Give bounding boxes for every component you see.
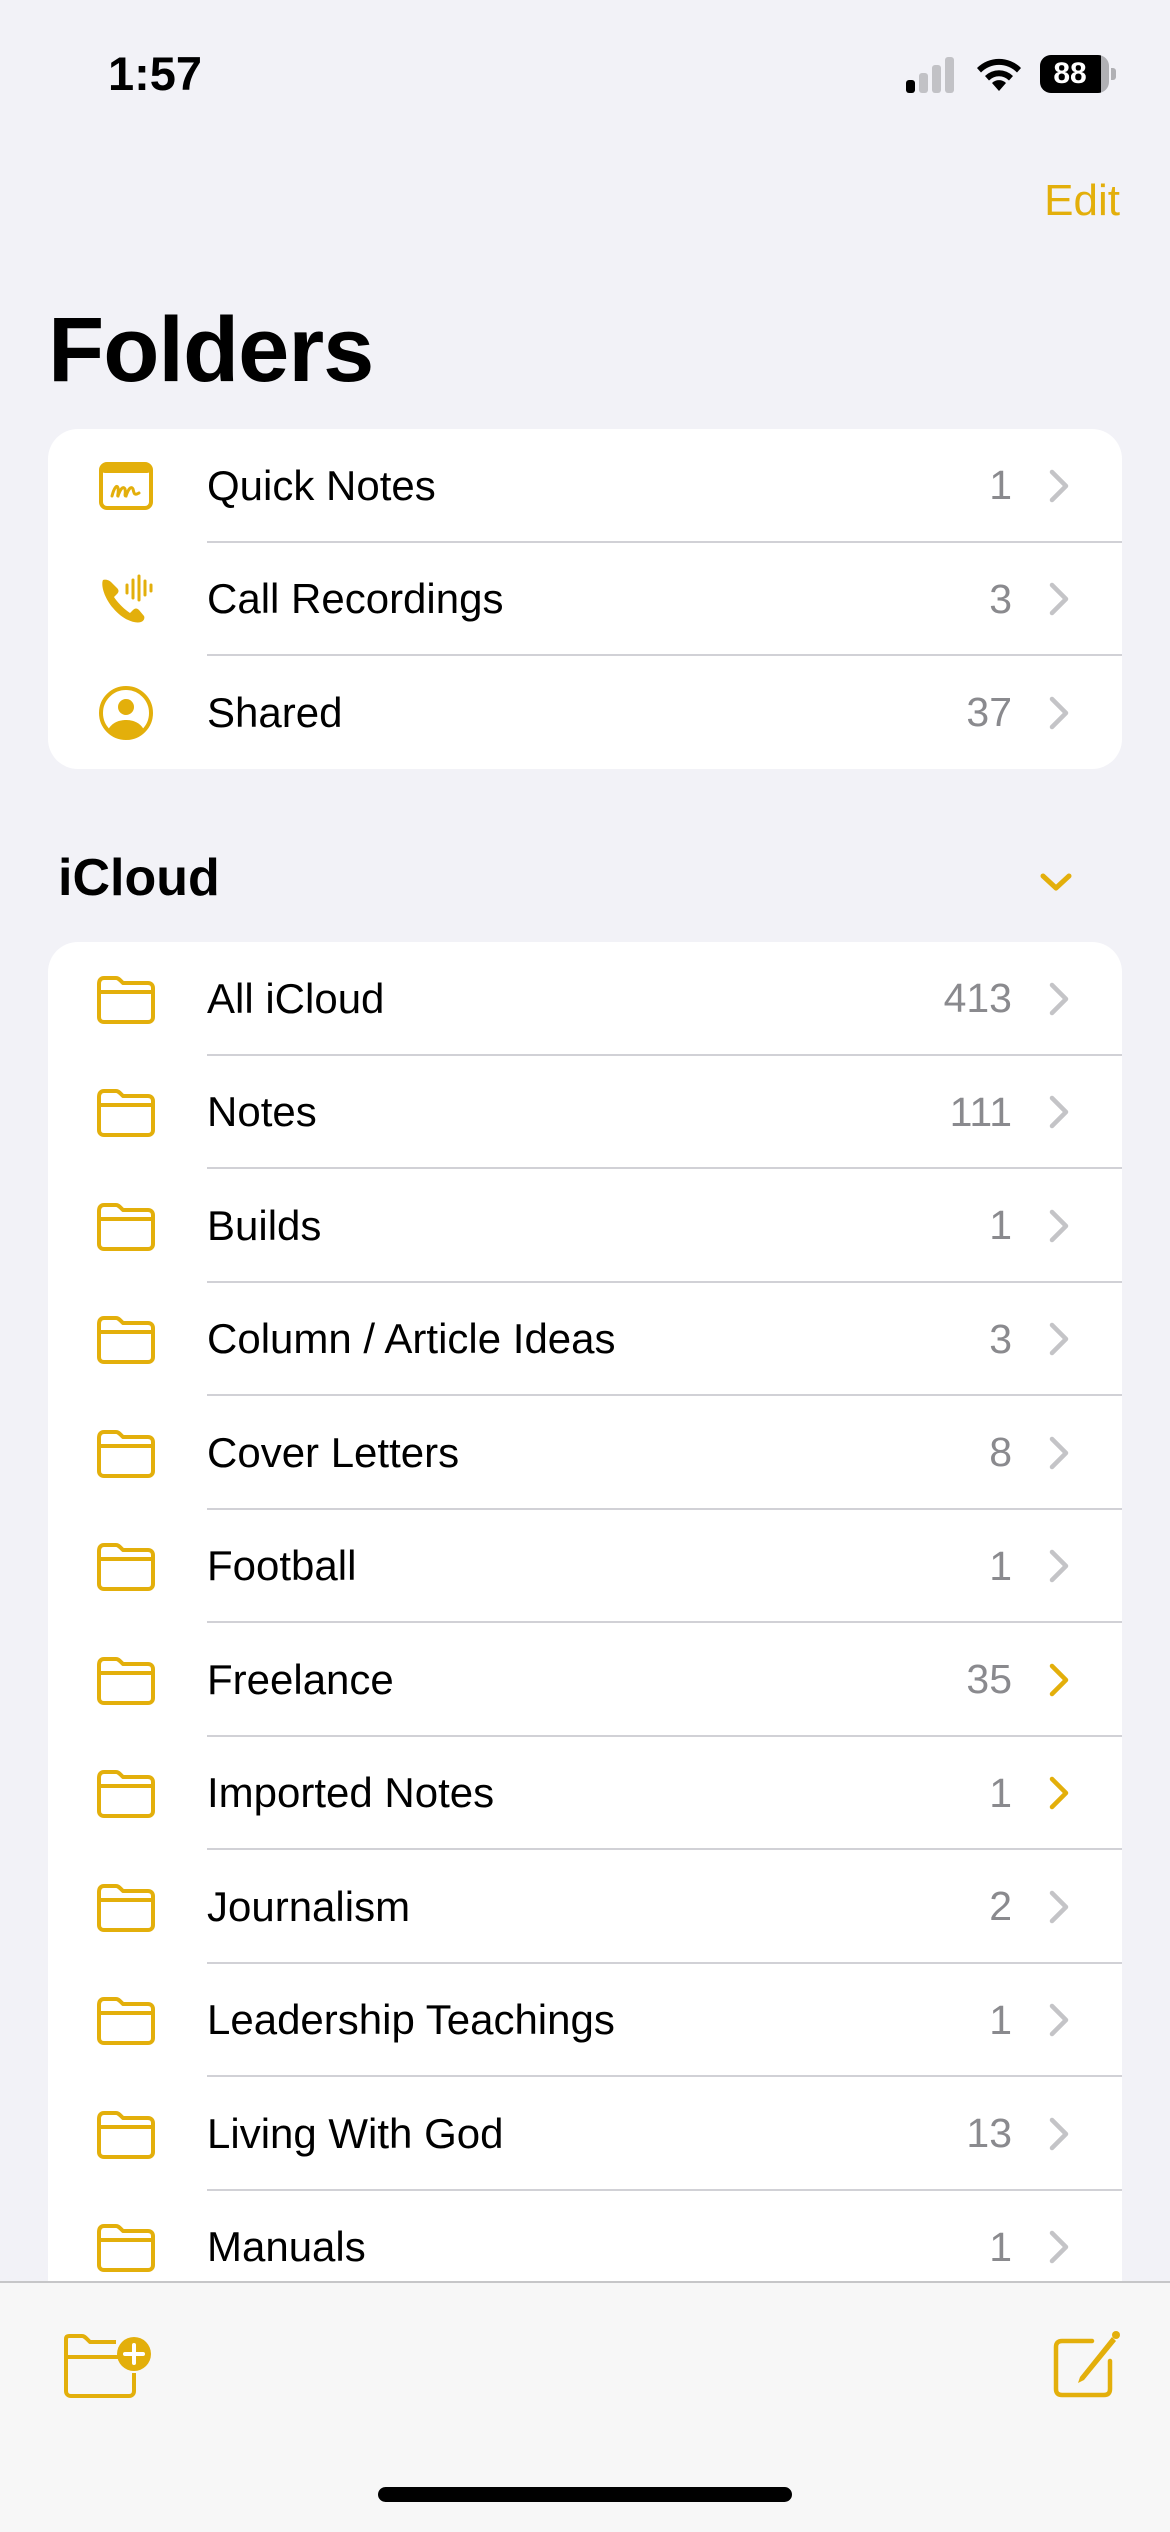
folder-name: Shared: [207, 688, 343, 736]
chevron-right-icon: [1048, 1435, 1072, 1471]
folder-row-quick-notes[interactable]: Quick Notes 1: [48, 429, 1122, 543]
quick-note-icon: [96, 456, 156, 516]
folder-row-shared[interactable]: Shared 37: [48, 656, 1122, 769]
note-count: 1: [989, 1202, 1012, 1249]
folder-row-notes[interactable]: Notes 111: [48, 1056, 1122, 1169]
note-count: 1: [989, 1996, 1012, 2043]
edit-button[interactable]: Edit: [1044, 176, 1120, 226]
expand-subfolders-chevron-icon[interactable]: [1048, 1662, 1072, 1698]
status-time: 1:57: [108, 47, 203, 100]
signal-bar: [906, 80, 915, 93]
chevron-right-icon: [1048, 581, 1072, 617]
folder-name: Freelance: [207, 1655, 394, 1703]
folder-icon: [96, 1309, 156, 1369]
wifi-icon: [975, 55, 1023, 93]
note-count: 8: [989, 1429, 1012, 1476]
folder-name: Imported Notes: [207, 1769, 495, 1817]
note-count: 111: [949, 1088, 1012, 1135]
folder-row-all-icloud[interactable]: All iCloud 413: [48, 942, 1122, 1056]
note-count: 37: [966, 689, 1012, 736]
folder-name: Journalism: [207, 1882, 411, 1930]
cellular-signal-icon: [906, 57, 956, 93]
chevron-right-icon: [1048, 1889, 1072, 1925]
signal-bar: [932, 65, 941, 93]
compose-icon: [1053, 2331, 1120, 2398]
section-header-icloud[interactable]: iCloud: [58, 848, 220, 908]
note-count: 35: [966, 1656, 1012, 1703]
folder-icon: [96, 969, 156, 1029]
folder-name: Column / Article Ideas: [207, 1315, 616, 1363]
compose-button[interactable]: [1050, 2329, 1122, 2399]
chevron-right-icon: [1048, 1321, 1072, 1357]
folder-icon: [96, 1082, 156, 1142]
folder-icon: [96, 1196, 156, 1256]
folder-name: Call Recordings: [207, 575, 504, 623]
person-circle-icon: [96, 683, 156, 743]
smart-folders-list: Quick Notes 1 Call Recordings 3 Shared 3…: [48, 429, 1122, 769]
status-bar: 1:57 88: [0, 0, 1170, 140]
folder-icon: [96, 1763, 156, 1823]
note-count: 2: [989, 1883, 1012, 1930]
chevron-right-icon: [1048, 1094, 1072, 1130]
chevron-down-icon[interactable]: [1036, 862, 1076, 902]
folder-name: Living With God: [207, 2109, 504, 2157]
folder-row-builds[interactable]: Builds 1: [48, 1169, 1122, 1283]
expand-subfolders-chevron-icon[interactable]: [1048, 1775, 1072, 1811]
chevron-right-icon: [1048, 981, 1072, 1017]
folder-icon: [96, 1877, 156, 1937]
folder-icon: [96, 1536, 156, 1596]
folder-row-cover-letters[interactable]: Cover Letters 8: [48, 1396, 1122, 1510]
folder-icon: [96, 1990, 156, 2050]
chevron-right-icon: [1048, 1548, 1072, 1584]
folder-row-journalism[interactable]: Journalism 2: [48, 1850, 1122, 1964]
note-count: 1: [989, 1769, 1012, 1816]
folder-icon: [96, 2104, 156, 2164]
folder-icon: [96, 1423, 156, 1483]
home-indicator[interactable]: [378, 2487, 792, 2502]
chevron-right-icon: [1048, 2116, 1072, 2152]
chevron-right-icon: [1048, 468, 1072, 504]
folder-row-football[interactable]: Football 1: [48, 1510, 1122, 1623]
phone-waveform-icon: [96, 569, 156, 629]
new-folder-button[interactable]: [58, 2333, 154, 2399]
chevron-right-icon: [1048, 1208, 1072, 1244]
folder-row-living-with-god[interactable]: Living With God 13: [48, 2077, 1122, 2191]
folder-name: Quick Notes: [207, 461, 436, 509]
folder-name: Football: [207, 1542, 357, 1590]
folder-name: All iCloud: [207, 974, 385, 1022]
folder-name: Builds: [207, 1201, 322, 1249]
folder-name: Leadership Teachings: [207, 1996, 615, 2044]
new-folder-icon: [64, 2334, 151, 2398]
folder-row-imported-notes[interactable]: Imported Notes 1: [48, 1737, 1122, 1850]
icloud-folders-list: All iCloud 413 Notes 111 Builds 1 Column…: [48, 942, 1122, 2342]
folder-name: Cover Letters: [207, 1428, 460, 1476]
note-count: 413: [943, 975, 1012, 1022]
note-count: 1: [989, 2223, 1012, 2270]
folder-row-leadership-teachings[interactable]: Leadership Teachings 1: [48, 1964, 1122, 2077]
folder-icon: [96, 1650, 156, 1710]
chevron-right-icon: [1048, 695, 1072, 731]
note-count: 3: [989, 1315, 1012, 1362]
note-count: 3: [989, 575, 1012, 622]
folder-row-freelance[interactable]: Freelance 35: [48, 1623, 1122, 1737]
note-count: 13: [966, 2110, 1012, 2157]
folder-icon: [96, 2217, 156, 2277]
signal-bar: [945, 57, 954, 93]
signal-bar: [919, 73, 928, 93]
battery-icon: 88: [1040, 55, 1116, 93]
note-count: 1: [989, 1542, 1012, 1589]
folder-row-column-article-ideas[interactable]: Column / Article Ideas 3: [48, 1283, 1122, 1396]
chevron-right-icon: [1048, 2229, 1072, 2265]
note-count: 1: [989, 462, 1012, 509]
folder-row-call-recordings[interactable]: Call Recordings 3: [48, 543, 1122, 656]
page-title: Folders: [48, 299, 374, 401]
chevron-right-icon: [1048, 2002, 1072, 2038]
folder-name: Notes: [207, 1088, 317, 1136]
folder-name: Manuals: [207, 2223, 366, 2271]
battery-percent: 88: [1053, 57, 1087, 90]
